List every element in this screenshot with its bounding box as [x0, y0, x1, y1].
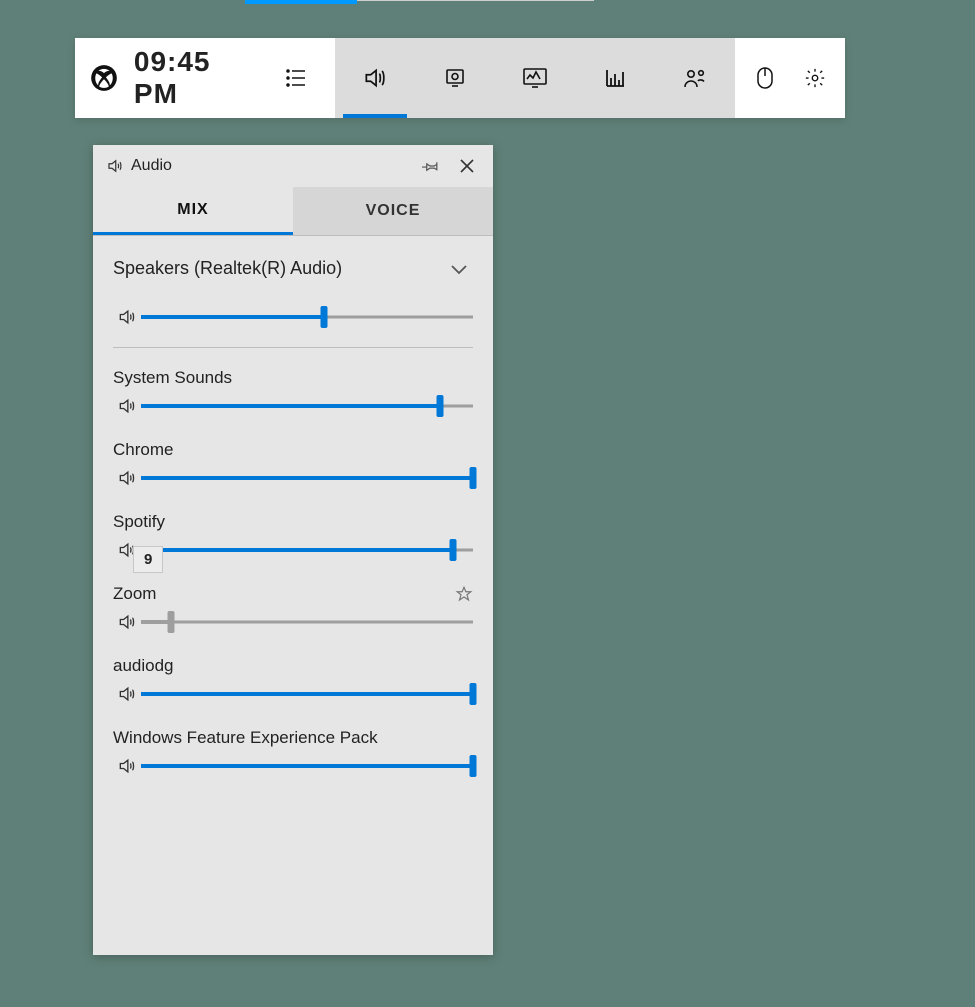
game-bar-toolbar: 09:45 PM	[75, 38, 845, 118]
app-name: System Sounds	[113, 368, 232, 388]
pin-button[interactable]	[413, 148, 449, 184]
close-button[interactable]	[449, 148, 485, 184]
app-label: Spotify	[113, 512, 473, 532]
app-volume-slider[interactable]	[141, 754, 473, 778]
app-volume-system-sounds: System Sounds	[113, 368, 473, 418]
app-volume-slider[interactable]	[141, 682, 473, 706]
volume-icon[interactable]	[113, 684, 141, 704]
audio-button[interactable]	[335, 38, 415, 118]
app-volume-row	[113, 682, 473, 706]
app-volume-slider[interactable]	[141, 610, 473, 634]
volume-icon[interactable]	[113, 307, 141, 327]
app-label: Windows Feature Experience Pack	[113, 728, 473, 748]
app-label: System Sounds	[113, 368, 473, 388]
app-volume-audiodg: audiodg	[113, 656, 473, 706]
clock-time: 09:45 PM	[134, 46, 259, 110]
audio-panel-header: Audio	[93, 145, 493, 187]
audio-tabs: MIX VOICE	[93, 187, 493, 236]
app-name: Spotify	[113, 512, 165, 532]
app-volume-row	[113, 394, 473, 418]
audio-panel: Audio MIX VOICE Speakers (Realtek(R) Aud…	[93, 145, 493, 955]
audio-panel-title: Audio	[129, 157, 413, 175]
speaker-icon	[101, 157, 129, 175]
resources-button[interactable]	[575, 38, 655, 118]
app-volume-zoom: Zoom	[113, 584, 473, 634]
volume-icon[interactable]	[113, 612, 141, 632]
toolbar-left-section: 09:45 PM	[75, 38, 335, 118]
app-volume-row	[113, 610, 473, 634]
tab-voice[interactable]: VOICE	[293, 187, 493, 235]
slider-tooltip: 9	[133, 546, 163, 573]
star-icon[interactable]	[455, 585, 473, 603]
separator	[113, 347, 473, 348]
xbox-social-button[interactable]	[655, 38, 735, 118]
volume-icon[interactable]	[113, 468, 141, 488]
app-volume-row	[113, 466, 473, 490]
toolbar-right-section	[735, 38, 845, 118]
tab-mix[interactable]: MIX	[93, 187, 293, 235]
output-device-selector[interactable]: Speakers (Realtek(R) Audio)	[113, 258, 473, 279]
toolbar-mid-section	[335, 38, 735, 118]
app-volume-windows-feature-experience-pack: Windows Feature Experience Pack	[113, 728, 473, 778]
app-volume-chrome: Chrome	[113, 440, 473, 490]
app-volume-slider[interactable]	[141, 538, 473, 562]
app-label: Zoom	[113, 584, 473, 604]
output-device-name: Speakers (Realtek(R) Audio)	[113, 258, 342, 279]
app-volume-row	[113, 538, 473, 562]
master-volume-row	[113, 305, 473, 329]
app-label: audiodg	[113, 656, 473, 676]
mouse-button[interactable]	[740, 38, 790, 118]
widgets-list-button[interactable]	[276, 38, 315, 118]
master-volume-slider[interactable]	[141, 305, 473, 329]
app-name: audiodg	[113, 656, 174, 676]
audio-content: Speakers (Realtek(R) Audio) System Sound…	[93, 236, 493, 955]
app-name: Windows Feature Experience Pack	[113, 728, 378, 748]
capture-button[interactable]	[415, 38, 495, 118]
top-divider	[357, 0, 594, 1]
app-volume-slider[interactable]	[141, 466, 473, 490]
app-volume-spotify: Spotify9	[113, 512, 473, 562]
volume-icon[interactable]	[113, 396, 141, 416]
top-accent-bar	[245, 0, 357, 4]
app-volume-slider[interactable]	[141, 394, 473, 418]
xbox-icon[interactable]	[90, 63, 119, 93]
performance-button[interactable]	[495, 38, 575, 118]
volume-icon[interactable]	[113, 756, 141, 776]
app-volume-row	[113, 754, 473, 778]
settings-button[interactable]	[790, 38, 840, 118]
chevron-down-icon	[449, 262, 473, 276]
app-name: Zoom	[113, 584, 156, 604]
app-name: Chrome	[113, 440, 173, 460]
app-label: Chrome	[113, 440, 473, 460]
